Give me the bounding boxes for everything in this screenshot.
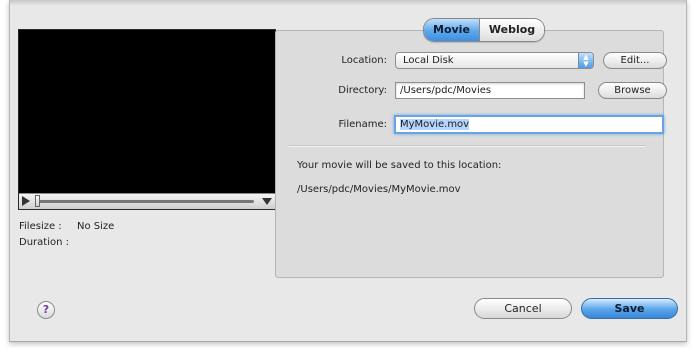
help-button[interactable]: ?	[37, 301, 55, 319]
directory-field[interactable]: /Users/pdc/Movies	[395, 82, 585, 99]
filesize-label: Filesize :	[19, 221, 62, 232]
filename-label: Filename:	[338, 119, 387, 130]
playhead-handle[interactable]	[35, 195, 40, 207]
location-label: Location:	[341, 55, 387, 66]
location-value: Local Disk	[403, 55, 454, 66]
filesize-value: No Size	[77, 221, 115, 232]
play-icon[interactable]	[22, 196, 30, 206]
scrubber-track[interactable]	[37, 200, 254, 203]
browse-button[interactable]: Browse	[598, 82, 667, 99]
movie-preview	[18, 29, 276, 210]
edit-button[interactable]: Edit...	[603, 52, 667, 69]
filename-field[interactable]: MyMovie.mov	[394, 115, 664, 134]
directory-value: /Users/pdc/Movies	[400, 85, 492, 96]
directory-label: Directory:	[338, 85, 387, 96]
up-down-arrows-icon: ▲ ▼	[578, 53, 593, 68]
filesize-row: Filesize : No Size	[19, 221, 114, 232]
tab-bar: Movie Weblog	[423, 18, 546, 42]
movie-controller	[19, 193, 275, 209]
tab-movie[interactable]: Movie	[424, 19, 479, 41]
volume-icon[interactable]	[262, 198, 272, 205]
cancel-button[interactable]: Cancel	[474, 298, 572, 319]
save-location-note: Your movie will be saved to this locatio…	[297, 160, 502, 171]
duration-label: Duration :	[19, 237, 69, 248]
location-popup[interactable]: Local Disk ▲ ▼	[395, 52, 594, 69]
duration-row: Duration :	[19, 237, 77, 248]
divider	[289, 145, 646, 147]
filename-value: MyMovie.mov	[400, 119, 470, 130]
tab-weblog[interactable]: Weblog	[478, 19, 545, 41]
save-button[interactable]: Save	[581, 298, 678, 319]
save-location-path: /Users/pdc/Movies/MyMovie.mov	[297, 184, 461, 195]
